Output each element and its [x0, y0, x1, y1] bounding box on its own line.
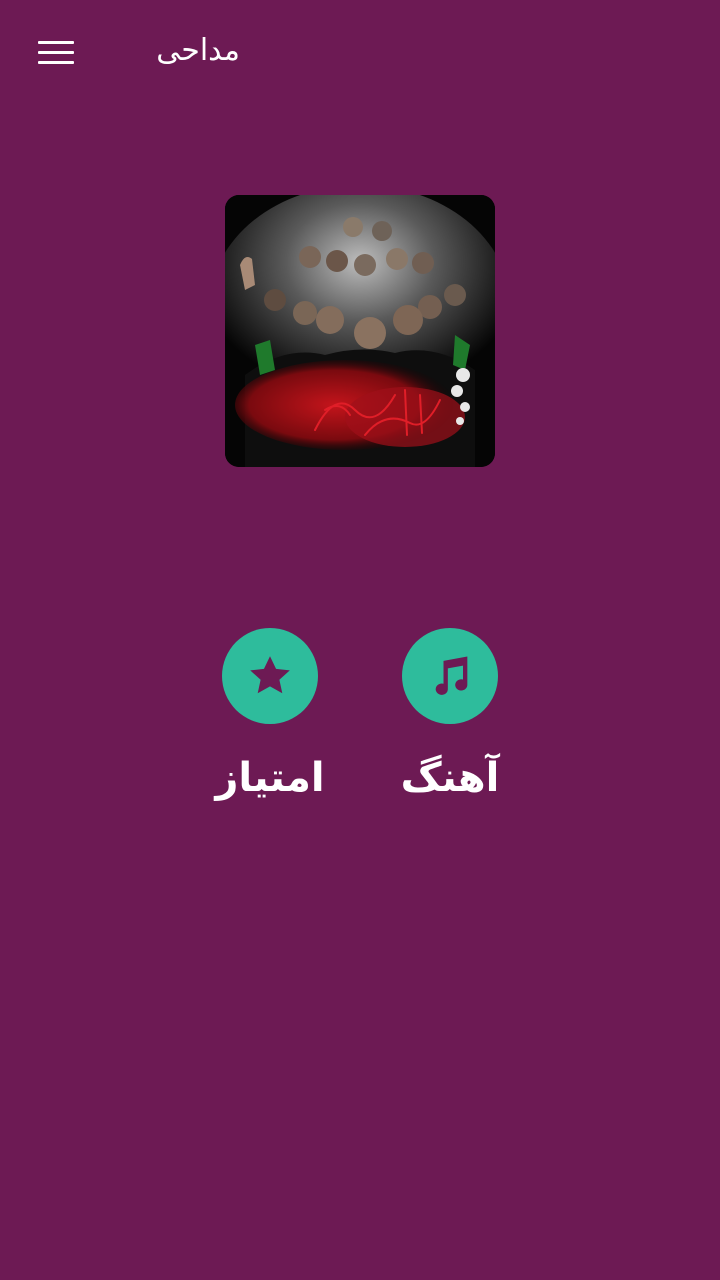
music-button[interactable]: آهنگ [380, 628, 520, 818]
poster-illustration [225, 195, 495, 467]
hamburger-menu-icon [38, 40, 74, 44]
music-note-icon [435, 656, 468, 695]
hero-image [225, 195, 495, 467]
rating-icon-circle [222, 628, 318, 724]
app-title: مداحی [156, 33, 240, 68]
music-icon-circle [402, 628, 498, 724]
music-label: آهنگ [400, 755, 500, 801]
hamburger-bar [38, 50, 74, 54]
rating-label: امتیاز [215, 755, 325, 801]
hamburger-bar [38, 60, 74, 64]
star-icon [250, 656, 290, 694]
menu-button[interactable] [30, 30, 82, 74]
app-bar: مداحی [0, 0, 720, 100]
rating-button[interactable]: امتیاز [200, 628, 340, 818]
